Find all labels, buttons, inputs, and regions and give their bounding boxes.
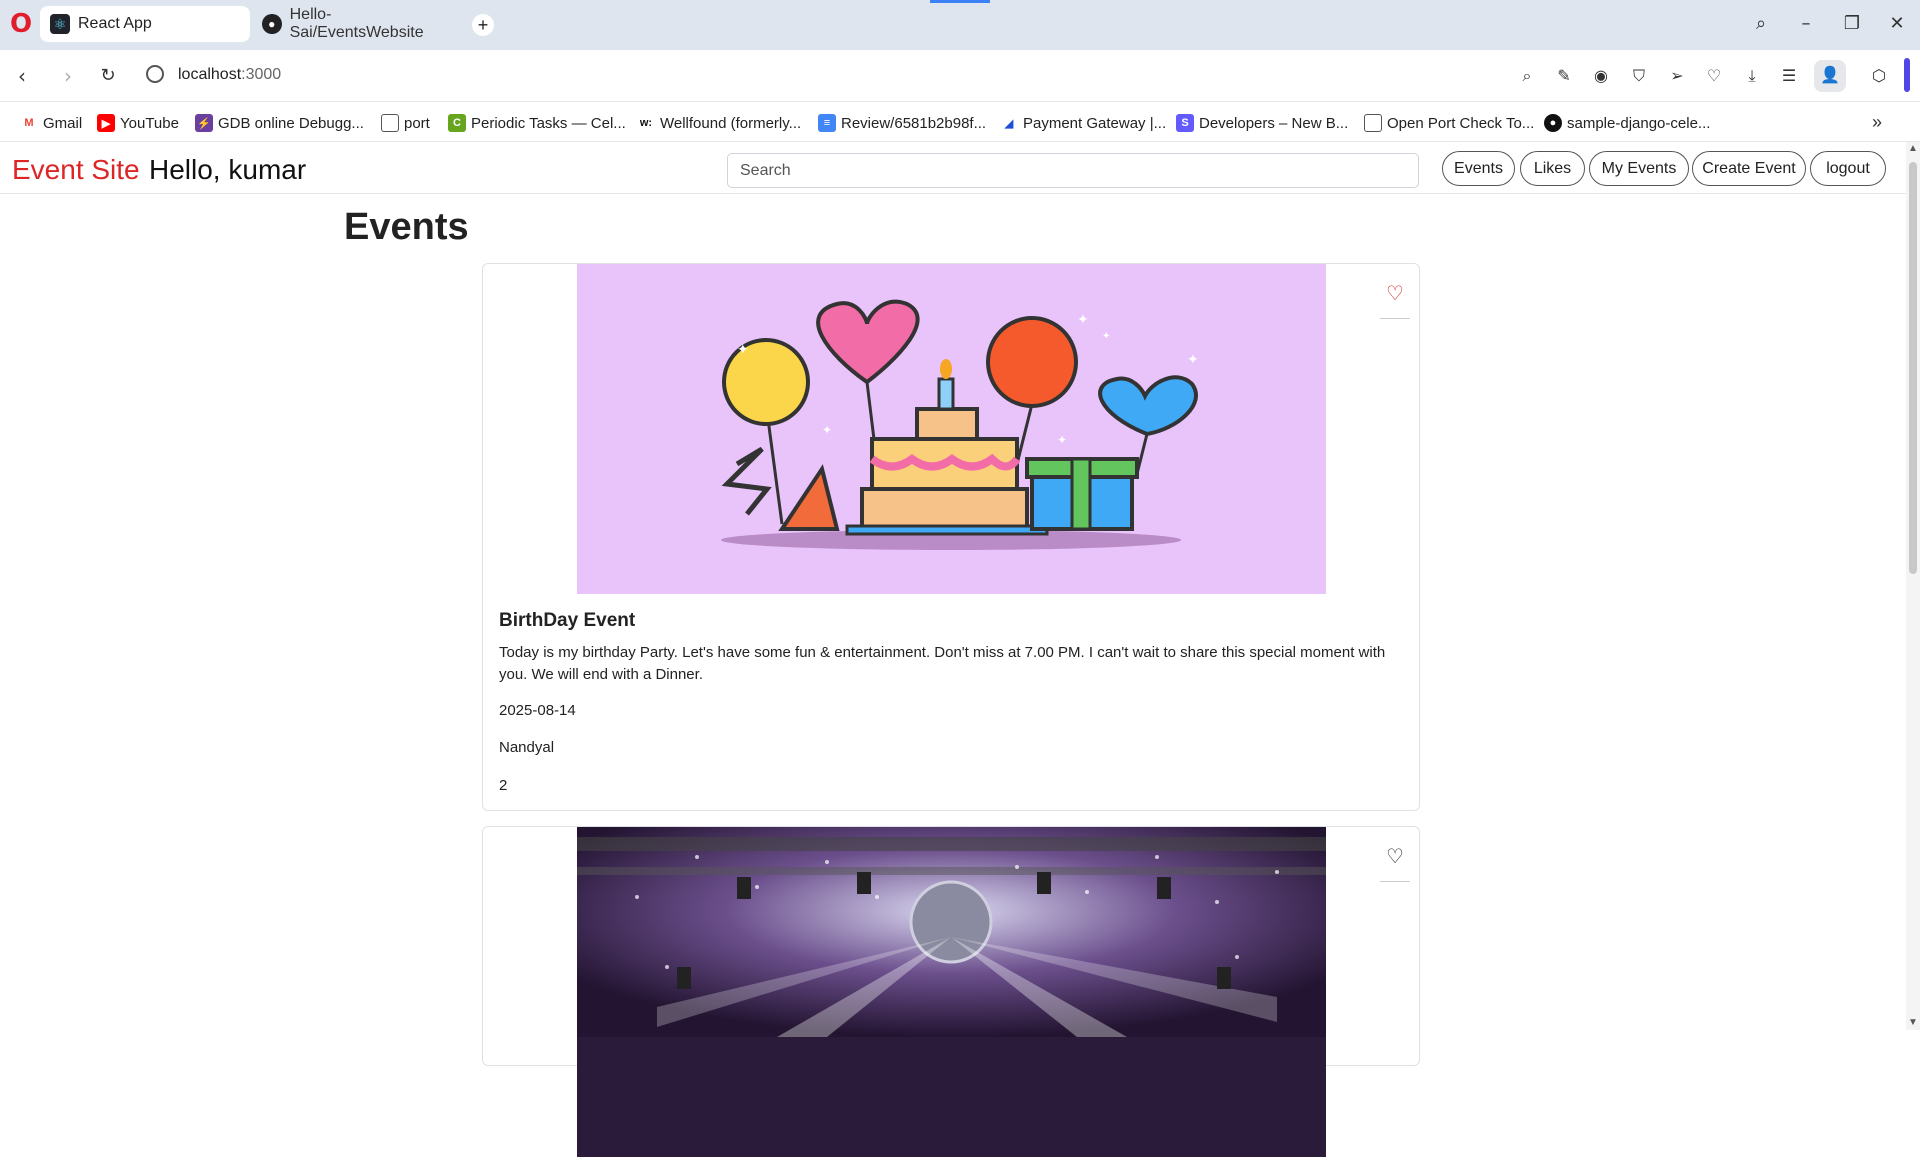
bookmark-port[interactable]: port — [381, 112, 430, 134]
party-disco-photo — [577, 827, 1326, 1037]
bookmark-gdb[interactable]: ⚡ GDB online Debugg... — [195, 112, 364, 134]
bookmark-wellfound[interactable]: w: Wellfound (formerly... — [637, 112, 801, 134]
profile-icon[interactable]: 👤 — [1814, 60, 1846, 92]
page-title: Events — [344, 206, 469, 248]
scroll-down-icon[interactable]: ▼ — [1906, 1016, 1920, 1030]
svg-text:✦: ✦ — [737, 341, 749, 357]
bookmark-gmail[interactable]: M Gmail — [20, 112, 82, 134]
new-tab-icon[interactable]: + — [472, 14, 494, 36]
razorpay-icon: ◢ — [1000, 114, 1018, 132]
event-description: Today is my birthday Party. Let's have s… — [499, 644, 1386, 683]
gmail-icon: M — [20, 114, 38, 132]
minimize-icon[interactable]: – — [1792, 12, 1820, 36]
back-icon[interactable]: ‹ — [10, 64, 34, 88]
event-like-count: 2 — [499, 777, 508, 794]
bookmark-periodic-tasks[interactable]: C Periodic Tasks — Cel... — [448, 112, 626, 134]
event-card: ♡ — [482, 826, 1420, 1157]
nav-logout-button[interactable]: logout — [1810, 151, 1886, 186]
tab-title: React App — [78, 15, 152, 32]
celery-icon: C — [448, 114, 466, 132]
bookmark-sample-django[interactable]: ● sample-django-cele... — [1544, 112, 1710, 134]
nav-my-events-button[interactable]: My Events — [1589, 151, 1689, 186]
forward-icon[interactable]: › — [56, 64, 80, 88]
tab-github-repo[interactable]: ● Hello-Sai/EventsWebsite — [252, 6, 472, 42]
nav-events-button[interactable]: Events — [1442, 151, 1515, 186]
site-brand[interactable]: Event Site — [12, 154, 140, 186]
github-icon: ● — [1544, 114, 1562, 132]
divider — [1380, 318, 1410, 319]
like-heart-icon[interactable]: ♡ — [1386, 282, 1404, 304]
svg-text:✦: ✦ — [1187, 351, 1199, 367]
browser-tab-bar: O ⚛ React App ● Hello-Sai/EventsWebsite … — [0, 0, 1920, 50]
event-image-birthday: ✦ ✦ ✦ ✦ ✦ ✦ — [577, 264, 1326, 594]
download-icon[interactable]: ⤓ — [1741, 65, 1763, 87]
bookmark-youtube[interactable]: ▶ YouTube — [97, 112, 179, 134]
nav-create-event-button[interactable]: Create Event — [1692, 151, 1806, 186]
github-icon: ● — [262, 14, 282, 34]
reload-icon[interactable]: ↻ — [96, 64, 120, 88]
wellfound-icon: w: — [637, 114, 655, 132]
nav-likes-button[interactable]: Likes — [1520, 151, 1585, 186]
sidebar-accent — [1904, 58, 1910, 92]
bookmark-open-port-check[interactable]: Open Port Check To... — [1364, 112, 1534, 134]
svg-text:✦: ✦ — [1077, 311, 1089, 327]
page-viewport: Event Site Hello, kumar Events Likes My … — [0, 142, 1920, 1157]
site-navbar: Event Site Hello, kumar Events Likes My … — [0, 142, 1906, 194]
bookmark-payment-gateway[interactable]: ◢ Payment Gateway |... — [1000, 112, 1166, 134]
url-field[interactable]: localhost:3000 — [178, 66, 281, 84]
event-location: Nandyal — [499, 739, 555, 756]
bookmarks-overflow-icon[interactable]: » — [1872, 112, 1882, 133]
event-date: 2025-08-14 — [499, 702, 576, 719]
heart-icon[interactable]: ♡ — [1703, 65, 1725, 87]
event-image-party — [577, 827, 1326, 1157]
scrollbar-thumb[interactable] — [1909, 162, 1917, 574]
extensions-icon[interactable]: ⬡ — [1868, 65, 1890, 87]
divider — [1380, 881, 1410, 882]
svg-text:✦: ✦ — [1102, 331, 1110, 342]
birthday-illustration: ✦ ✦ ✦ ✦ ✦ ✦ — [577, 264, 1326, 594]
svg-text:✦: ✦ — [1057, 433, 1067, 447]
stripe-icon: S — [1176, 114, 1194, 132]
like-heart-icon[interactable]: ♡ — [1386, 845, 1404, 867]
svg-text:✦: ✦ — [822, 423, 832, 437]
user-greeting: Hello, kumar — [149, 154, 307, 185]
react-icon: ⚛ — [50, 14, 70, 34]
camera-icon[interactable]: ◉ — [1590, 65, 1612, 87]
docs-icon: ≡ — [818, 114, 836, 132]
restore-icon[interactable]: ❐ — [1838, 12, 1866, 36]
menu-icon[interactable]: ☰ — [1778, 65, 1800, 87]
opera-logo-icon[interactable]: O — [10, 11, 32, 37]
file-icon — [381, 114, 399, 132]
find-icon[interactable]: ⌕ — [1516, 65, 1538, 87]
edit-icon[interactable]: ✎ — [1553, 65, 1575, 87]
tab-react-app[interactable]: ⚛ React App — [40, 6, 250, 42]
event-title: BirthDay Event — [499, 610, 636, 631]
gdb-icon: ⚡ — [195, 114, 213, 132]
globe-icon — [146, 65, 164, 83]
tab-accent-bar — [930, 0, 990, 3]
bookmarks-bar: M Gmail ▶ YouTube ⚡ GDB online Debugg...… — [0, 102, 1920, 142]
event-card: ✦ ✦ ✦ ✦ ✦ ✦ ♡ BirthDay Event Today is my… — [482, 263, 1420, 811]
file-icon — [1364, 114, 1382, 132]
address-bar: ‹ › ↻ localhost:3000 ⌕ ✎ ◉ ⛉ ➢ ♡ ⤓ ☰ 👤 ⬡ — [0, 50, 1920, 102]
youtube-icon: ▶ — [97, 114, 115, 132]
search-tabs-icon[interactable]: ⌕ — [1747, 12, 1775, 36]
send-icon[interactable]: ➢ — [1666, 65, 1688, 87]
tab-title: Hello-Sai/EventsWebsite — [289, 6, 424, 41]
bookmark-review[interactable]: ≡ Review/6581b2b98f... — [818, 112, 986, 134]
scroll-up-icon[interactable]: ▲ — [1906, 142, 1920, 156]
bookmark-developers[interactable]: S Developers – New B... — [1176, 112, 1348, 134]
shield-icon[interactable]: ⛉ — [1628, 65, 1650, 87]
close-window-icon[interactable]: ✕ — [1883, 12, 1911, 36]
search-input[interactable] — [727, 153, 1419, 188]
